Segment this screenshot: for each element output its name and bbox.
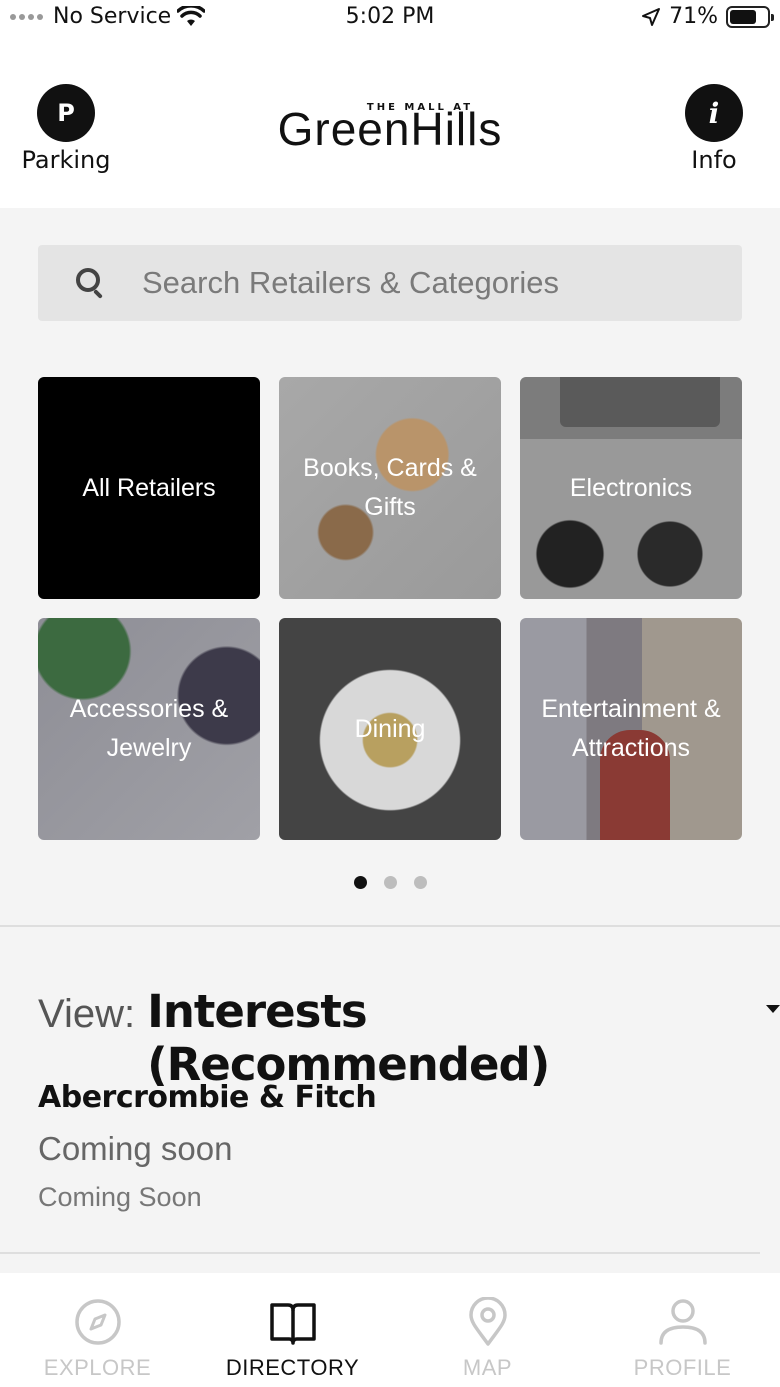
tab-label: PROFILE [633, 1355, 732, 1380]
category-label: Electronics [569, 473, 693, 502]
page-dot[interactable] [383, 876, 397, 889]
page-dot[interactable] [413, 876, 427, 889]
divider [0, 1252, 760, 1254]
info-label: Info [691, 146, 737, 174]
category-tile-accessories-jewelry[interactable]: Accessories & Jewelry [38, 618, 260, 840]
tab-label: EXPLORE [43, 1355, 152, 1380]
book-icon [269, 1303, 316, 1345]
category-label: Accessories & Jewelry [69, 695, 229, 762]
search-input[interactable]: Search Retailers & Categories [38, 245, 742, 321]
category-tile-dining[interactable]: Dining [279, 618, 501, 840]
caret-down-icon [766, 1005, 780, 1013]
category-label: Entertainment & Attractions [541, 695, 721, 762]
store-status: Coming soon [38, 1130, 233, 1167]
page-indicator[interactable] [0, 876, 780, 889]
tab-directory[interactable]: DIRECTORY [195, 1273, 390, 1387]
category-tile-all-retailers[interactable]: All Retailers [38, 377, 260, 599]
mall-logo: THE MALL AT GreenHills [0, 94, 780, 153]
category-tile-electronics[interactable]: Electronics [520, 377, 742, 599]
info-button[interactable]: i Info [670, 84, 758, 174]
location-arrow-icon [642, 7, 661, 26]
tab-profile[interactable]: PROFILE [585, 1273, 780, 1387]
search-icon [76, 268, 106, 299]
status-bar: No Service 5:02 PM 71% [0, 0, 780, 40]
info-icon: i [685, 84, 743, 142]
store-subtitle: Coming Soon [38, 1182, 202, 1212]
tab-label: DIRECTORY [225, 1355, 360, 1380]
page-dot[interactable] [353, 876, 367, 889]
category-label: Dining [354, 714, 426, 743]
category-tile-books-cards-gifts[interactable]: Books, Cards & Gifts [279, 377, 501, 599]
compass-icon [74, 1299, 121, 1345]
tab-label: MAP [462, 1355, 513, 1380]
tab-bar: EXPLORE DIRECTORY MAP PROFILE [0, 1273, 780, 1387]
view-value: Interests (Recommended) [147, 985, 550, 1091]
category-label: Books, Cards & Gifts [303, 454, 477, 521]
tab-explore[interactable]: EXPLORE [0, 1273, 195, 1387]
user-icon [658, 1299, 707, 1345]
store-name[interactable]: Abercrombie & Fitch [38, 1080, 377, 1115]
category-tile-entertainment-attractions[interactable]: Entertainment & Attractions [520, 618, 742, 840]
search-placeholder: Search Retailers & Categories [142, 265, 559, 300]
view-label: View: [38, 992, 136, 1036]
category-label: All Retailers [82, 473, 216, 502]
app-header: P Parking THE MALL AT GreenHills i Info [0, 40, 780, 208]
status-right: 71% [641, 4, 774, 29]
battery-icon [726, 5, 774, 28]
view-selector[interactable]: View: Interests (Recommended) [38, 985, 780, 1091]
category-grid: All Retailers Books, Cards & Gifts Elect… [38, 377, 742, 840]
map-pin-icon [468, 1297, 507, 1346]
battery-percent: 71% [669, 4, 718, 29]
divider [0, 925, 780, 927]
logo-small-text: THE MALL AT [366, 102, 474, 113]
tab-map[interactable]: MAP [390, 1273, 585, 1387]
